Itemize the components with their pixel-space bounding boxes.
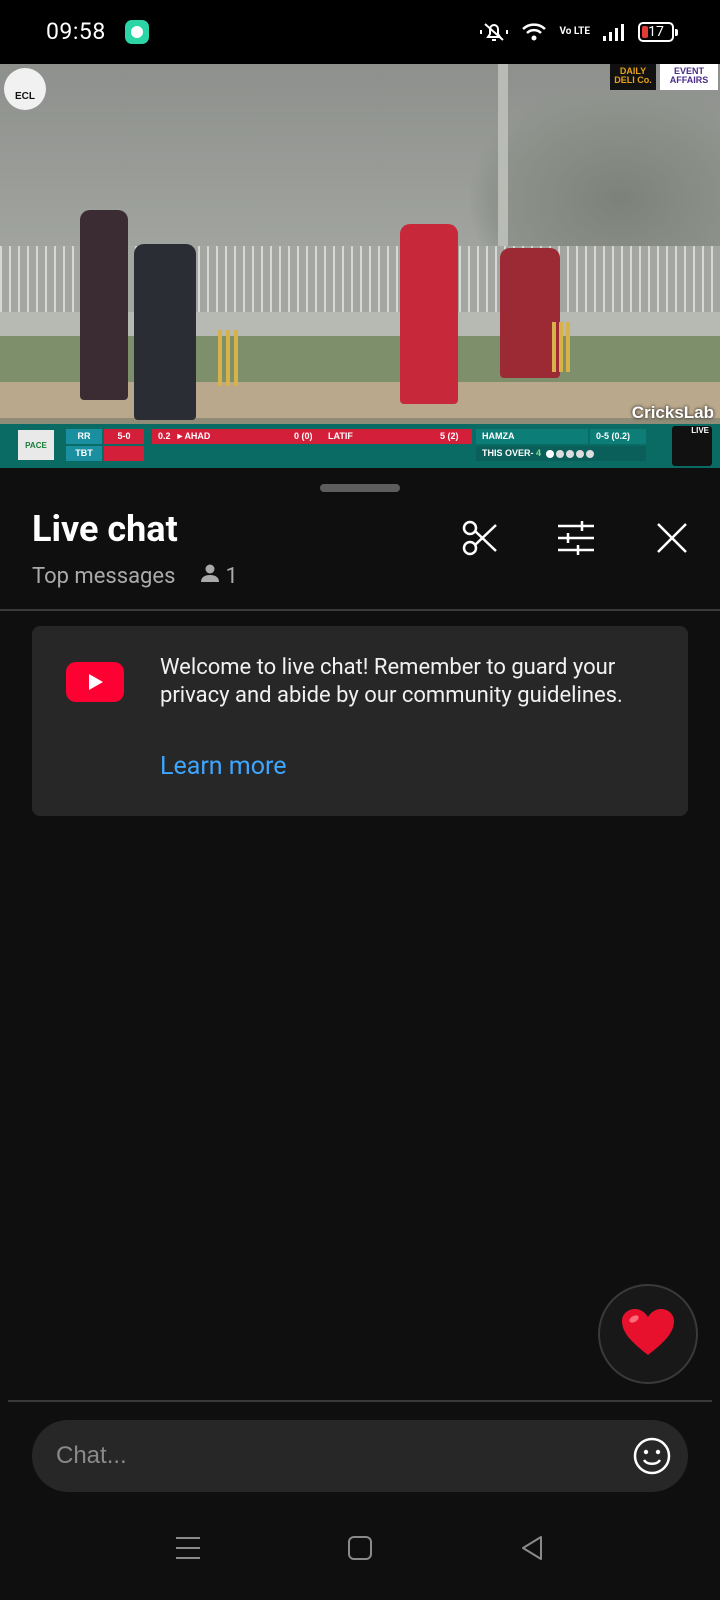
bowler-figure <box>80 210 128 400</box>
status-bar: 09:58 Vo LTE 17 <box>0 0 720 64</box>
chat-input[interactable] <box>32 1420 688 1492</box>
volte-indicator: Vo LTE <box>559 26 590 37</box>
header-divider <box>0 609 720 611</box>
chat-mode-label: Top messages <box>32 563 176 589</box>
league-logo: ECL <box>4 68 46 110</box>
heart-icon <box>620 1307 676 1361</box>
live-badge: LIVE <box>672 426 712 466</box>
non-striker-name: LATIF <box>322 429 434 444</box>
drag-handle[interactable] <box>320 484 400 492</box>
person-icon <box>199 562 221 590</box>
back-button[interactable] <box>512 1530 552 1570</box>
reaction-button[interactable] <box>598 1284 698 1384</box>
team-1-score: 5-0 <box>104 429 144 444</box>
scoreboard: PACE RR 5-0 TBT 0.2 ►AHAD 0 (0) LATIF 5 … <box>0 424 720 468</box>
smiley-icon <box>632 1436 672 1480</box>
close-chat-button[interactable] <box>650 518 694 562</box>
welcome-banner: Welcome to live chat! Remember to guard … <box>32 626 688 816</box>
bowler-name: HAMZA <box>476 429 588 444</box>
recents-button[interactable] <box>168 1530 208 1570</box>
back-icon <box>519 1535 545 1565</box>
clip-button[interactable] <box>458 518 502 562</box>
close-icon <box>655 521 689 559</box>
team-2-name: TBT <box>66 446 102 461</box>
youtube-logo-icon <box>66 662 124 702</box>
scissors-icon <box>460 518 500 562</box>
overs-and-striker: 0.2 ►AHAD <box>152 429 288 444</box>
video-player[interactable]: ECL DAILY DELI Co. EVENT AFFAIRS CricksL… <box>0 64 720 468</box>
recents-icon <box>175 1535 201 1565</box>
status-time: 09:58 <box>46 18 106 45</box>
cricks-lab-watermark: CricksLab <box>631 403 714 422</box>
chat-settings-button[interactable] <box>554 518 598 562</box>
sponsor-logo-daily: DAILY DELI Co. <box>610 64 656 90</box>
panel-title: Live chat <box>32 508 178 550</box>
keeper-figure <box>500 248 560 378</box>
notification-app-icon <box>125 20 149 44</box>
this-over-strip: THIS OVER- 4 <box>476 446 646 461</box>
learn-more-link[interactable]: Learn more <box>160 752 286 781</box>
batter-figure <box>400 224 458 404</box>
bowler-figures: 0-5 (0.2) <box>590 429 646 444</box>
wifi-icon <box>521 21 547 43</box>
welcome-message: Welcome to live chat! Remember to guard … <box>160 655 623 708</box>
battery-level: 17 <box>648 24 664 40</box>
team-2-score <box>104 446 144 461</box>
viewer-count-value: 1 <box>225 563 238 589</box>
non-striker-score: 5 (2) <box>434 429 472 444</box>
system-navigation-bar <box>0 1502 720 1600</box>
mute-icon <box>479 20 509 44</box>
emoji-button[interactable] <box>632 1436 672 1480</box>
team-logo: PACE <box>18 430 54 460</box>
battery-icon: 17 <box>638 22 678 42</box>
viewer-count: 1 <box>199 562 238 590</box>
chat-mode-selector[interactable]: Top messages 1 <box>32 562 238 590</box>
status-icons: Vo LTE 17 <box>479 16 678 48</box>
input-divider <box>8 1400 712 1402</box>
home-button[interactable] <box>340 1530 380 1570</box>
umpire-figure <box>134 244 196 420</box>
sponsor-logo-event: EVENT AFFAIRS <box>660 64 718 90</box>
home-icon <box>347 1535 373 1565</box>
filter-sliders-icon <box>556 518 596 562</box>
signal-icon <box>602 22 626 42</box>
team-1-name: RR <box>66 429 102 444</box>
striker-score: 0 (0) <box>288 429 322 444</box>
live-chat-sheet: Live chat Top messages 1 Welcome to live… <box>0 468 720 1600</box>
